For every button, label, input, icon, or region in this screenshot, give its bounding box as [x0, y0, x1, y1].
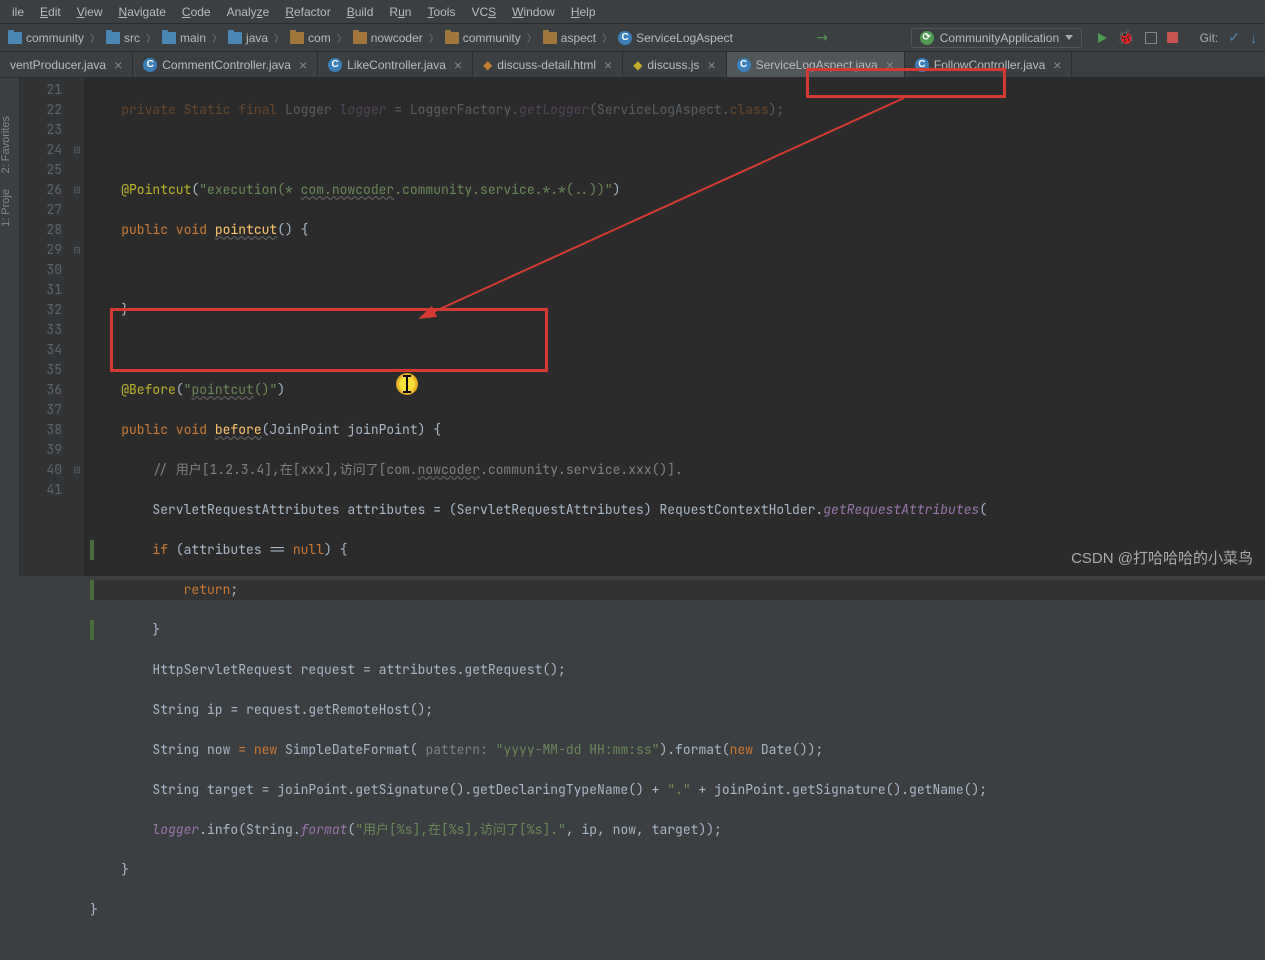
- git-label: Git:: [1200, 31, 1219, 45]
- commit-icon[interactable]: ✓: [1228, 29, 1240, 46]
- chevron-down-icon: [1065, 35, 1073, 40]
- fold-icon[interactable]: ⊟: [70, 140, 84, 160]
- tab-discuss-js[interactable]: ◆ discuss.js ×: [623, 52, 726, 77]
- toolbar: 🐞 Git: ✓ ↓: [1098, 29, 1257, 46]
- tab-label: FollowController.java: [934, 58, 1045, 72]
- menu-view[interactable]: View: [69, 5, 111, 19]
- close-icon[interactable]: ×: [707, 57, 715, 73]
- crumb-src[interactable]: src: [124, 31, 140, 45]
- menu-analyze[interactable]: Analyze: [219, 5, 278, 19]
- close-icon[interactable]: ×: [1053, 57, 1061, 73]
- tab-likecontroller[interactable]: C LikeController.java ×: [318, 52, 473, 77]
- close-icon[interactable]: ×: [604, 57, 612, 73]
- line-gutter[interactable]: 2122232425262728293031323334353637383940…: [20, 78, 70, 576]
- js-icon: ◆: [633, 58, 642, 72]
- tool-window-bar[interactable]: 2: Favorites 1: Proje: [0, 78, 20, 576]
- crumb-java[interactable]: java: [246, 31, 268, 45]
- close-icon[interactable]: ×: [886, 57, 894, 73]
- class-icon: C: [737, 58, 751, 72]
- favorites-tool[interactable]: 2: Favorites: [0, 108, 19, 181]
- folder-icon: [162, 32, 176, 44]
- fold-gutter[interactable]: ⊟ ⊟ ⊟ ⊟: [70, 78, 84, 576]
- breadcrumb[interactable]: community〉 src〉 main〉 java〉 com〉 nowcode…: [8, 30, 733, 45]
- debug-icon[interactable]: 🐞: [1117, 29, 1134, 46]
- update-icon[interactable]: ↓: [1250, 30, 1257, 46]
- package-icon: [445, 32, 459, 44]
- package-icon: [353, 32, 367, 44]
- navigation-bar: community〉 src〉 main〉 java〉 com〉 nowcode…: [0, 24, 1265, 52]
- menu-edit[interactable]: Edit: [32, 5, 69, 19]
- tab-label: ventProducer.java: [10, 58, 106, 72]
- menu-vcs[interactable]: VCS: [463, 5, 504, 19]
- tab-commentcontroller[interactable]: C CommentController.java ×: [133, 52, 318, 77]
- stop-icon[interactable]: [1167, 32, 1178, 43]
- class-icon: C: [143, 58, 157, 72]
- menu-tools[interactable]: Tools: [419, 5, 463, 19]
- crumb-nowcoder[interactable]: nowcoder: [371, 31, 423, 45]
- tab-discuss-html[interactable]: ◆ discuss-detail.html ×: [473, 52, 623, 77]
- tab-servicelogaspect[interactable]: C ServiceLogAspect.java ×: [727, 52, 905, 77]
- code-editor[interactable]: private Static final Logger logger = Log…: [84, 78, 1265, 576]
- tab-followcontroller[interactable]: C FollowController.java ×: [905, 52, 1073, 77]
- coverage-icon[interactable]: [1145, 32, 1157, 44]
- tab-label: discuss.js: [647, 58, 699, 72]
- menu-file[interactable]: ile: [4, 5, 32, 19]
- crumb-aspect[interactable]: aspect: [561, 31, 596, 45]
- close-icon[interactable]: ×: [114, 57, 122, 73]
- run-config-label: CommunityApplication: [940, 31, 1059, 45]
- app-icon: ⟳: [920, 31, 934, 45]
- build-icon[interactable]: ↘: [812, 27, 832, 47]
- package-icon: [543, 32, 557, 44]
- crumb-main[interactable]: main: [180, 31, 206, 45]
- crumb-project[interactable]: community: [26, 31, 84, 45]
- crumb-community[interactable]: community: [463, 31, 521, 45]
- menu-run[interactable]: Run: [381, 5, 419, 19]
- project-icon: [8, 32, 22, 44]
- menu-help[interactable]: Help: [563, 5, 604, 19]
- crumb-com[interactable]: com: [308, 31, 331, 45]
- class-icon: C: [328, 58, 342, 72]
- text-cursor-icon: [406, 375, 408, 393]
- tab-label: ServiceLogAspect.java: [756, 58, 878, 72]
- menu-window[interactable]: Window: [504, 5, 563, 19]
- crumb-class[interactable]: ServiceLogAspect: [636, 31, 733, 45]
- watermark: CSDN @打哈哈哈的小菜鸟: [1071, 547, 1253, 568]
- menu-navigate[interactable]: Navigate: [111, 5, 174, 19]
- folder-icon: [106, 32, 120, 44]
- folder-icon: [228, 32, 242, 44]
- menu-build[interactable]: Build: [339, 5, 382, 19]
- tab-eventproducer[interactable]: ventProducer.java ×: [0, 52, 133, 77]
- tab-label: CommentController.java: [162, 58, 291, 72]
- class-icon: C: [915, 58, 929, 72]
- menu-refactor[interactable]: Refactor: [277, 5, 338, 19]
- run-icon[interactable]: [1098, 33, 1107, 43]
- tab-label: discuss-detail.html: [497, 58, 596, 72]
- menu-code[interactable]: Code: [174, 5, 219, 19]
- package-icon: [290, 32, 304, 44]
- project-tool[interactable]: 1: Proje: [0, 181, 19, 235]
- html-icon: ◆: [483, 58, 492, 72]
- close-icon[interactable]: ×: [299, 57, 307, 73]
- run-configuration[interactable]: ⟳ CommunityApplication: [911, 28, 1082, 48]
- menu-bar: ile Edit View Navigate Code Analyze Refa…: [0, 0, 1265, 24]
- close-icon[interactable]: ×: [454, 57, 462, 73]
- editor-tabs: ventProducer.java × C CommentController.ja…: [0, 52, 1265, 78]
- tab-label: LikeController.java: [347, 58, 446, 72]
- class-icon: C: [618, 31, 632, 45]
- fold-icon[interactable]: ⊟: [70, 240, 84, 260]
- editor-area: 2: Favorites 1: Proje 212223242526272829…: [0, 78, 1265, 576]
